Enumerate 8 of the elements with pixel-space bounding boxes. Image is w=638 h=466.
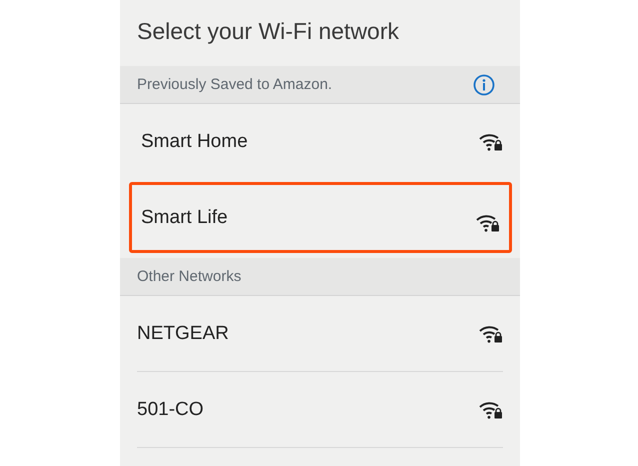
network-item[interactable]: NETGEAR — [137, 296, 503, 372]
info-icon[interactable] — [473, 74, 495, 96]
network-item[interactable]: 501-CO — [137, 372, 503, 448]
section-title: Other Networks — [137, 268, 242, 285]
highlighted-network-item[interactable]: Smart Life — [129, 182, 512, 253]
section-title: Previously Saved to Amazon. — [137, 76, 332, 93]
network-item[interactable]: Smart Home — [137, 104, 503, 180]
page-title: Select your Wi-Fi network — [136, 17, 400, 46]
